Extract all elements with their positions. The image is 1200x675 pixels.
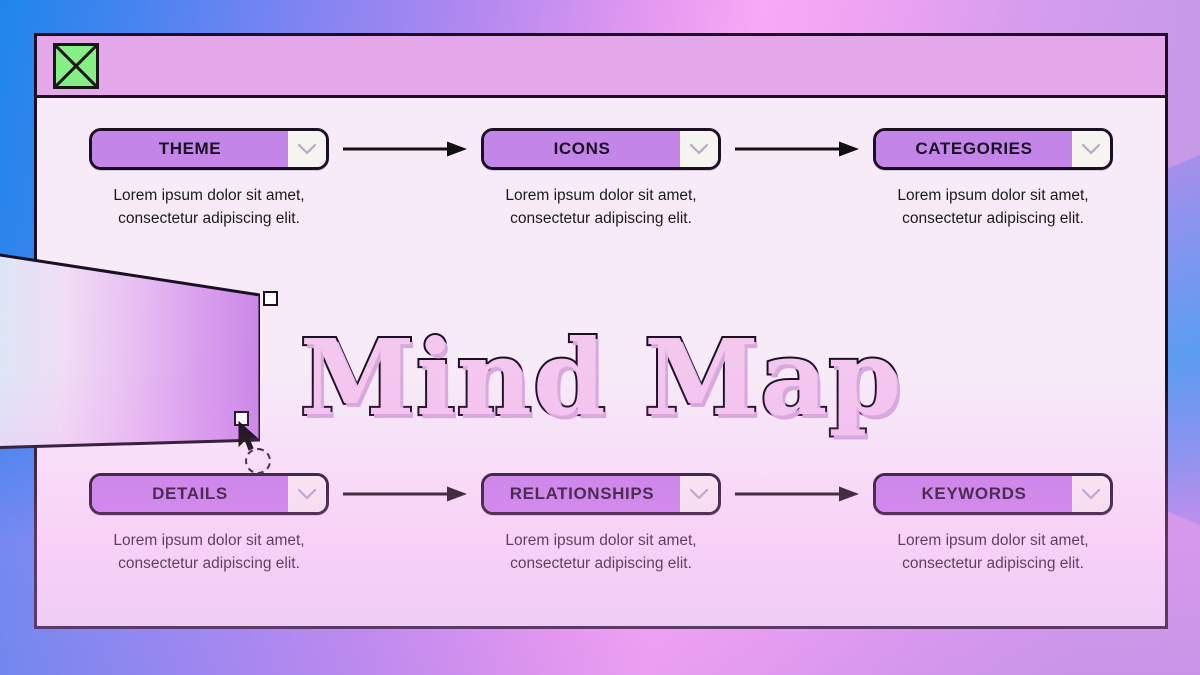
chevron-down-icon[interactable] xyxy=(288,131,326,167)
slide-canvas: THEME Lorem ipsum dolor sit amet, consec… xyxy=(0,0,1200,675)
node-relationships-description: Lorem ipsum dolor sit amet, consectetur … xyxy=(481,529,721,576)
node-keywords-label: KEYWORDS xyxy=(921,484,1027,503)
node-keywords[interactable]: KEYWORDS Lorem ipsum dolor sit amet, con… xyxy=(873,473,1113,576)
node-categories-fill: CATEGORIES xyxy=(876,131,1072,167)
node-icons-button[interactable]: ICONS xyxy=(481,128,721,170)
node-relationships-label: RELATIONSHIPS xyxy=(509,484,655,503)
arrow-right-icon xyxy=(721,128,873,170)
node-keywords-description-line2: consectetur adipiscing elit. xyxy=(902,555,1084,573)
node-icons-description-line1: Lorem ipsum dolor sit amet, xyxy=(505,187,697,204)
node-details-fill: DETAILS xyxy=(92,476,288,512)
node-theme-button[interactable]: THEME xyxy=(89,128,329,170)
node-details-description-line2: consectetur adipiscing elit. xyxy=(118,555,300,573)
node-details-description: Lorem ipsum dolor sit amet, consectetur … xyxy=(89,529,329,576)
chevron-down-icon[interactable] xyxy=(288,476,326,512)
dashed-circle-icon xyxy=(245,448,271,474)
node-icons-description: Lorem ipsum dolor sit amet, consectetur … xyxy=(481,184,721,231)
node-icons[interactable]: ICONS Lorem ipsum dolor sit amet, consec… xyxy=(481,128,721,231)
node-theme-label: THEME xyxy=(158,139,222,158)
node-relationships-description-line1: Lorem ipsum dolor sit amet, xyxy=(505,532,697,549)
decoration-left-shape-outline xyxy=(0,205,260,455)
node-relationships-fill: RELATIONSHIPS xyxy=(484,476,680,512)
node-relationships-description-line2: consectetur adipiscing elit. xyxy=(510,555,692,573)
node-details-button[interactable]: DETAILS xyxy=(89,473,329,515)
node-categories-description-line1: Lorem ipsum dolor sit amet, xyxy=(897,187,1089,204)
chevron-down-icon[interactable] xyxy=(680,476,718,512)
node-keywords-fill: KEYWORDS xyxy=(876,476,1072,512)
node-icons-label: ICONS xyxy=(553,139,611,158)
node-icons-fill: ICONS xyxy=(484,131,680,167)
node-theme-fill: THEME xyxy=(92,131,288,167)
arrow-right-icon xyxy=(329,473,481,515)
panel-header xyxy=(37,36,1165,98)
node-categories-label: CATEGORIES xyxy=(915,139,1033,158)
node-details[interactable]: DETAILS Lorem ipsum dolor sit amet, cons… xyxy=(89,473,329,576)
arrow-right-icon xyxy=(721,473,873,515)
node-categories-button[interactable]: CATEGORIES xyxy=(873,128,1113,170)
node-row-bottom: DETAILS Lorem ipsum dolor sit amet, cons… xyxy=(37,473,1165,576)
chevron-down-icon[interactable] xyxy=(1072,131,1110,167)
arrow-right-icon xyxy=(329,128,481,170)
node-categories[interactable]: CATEGORIES Lorem ipsum dolor sit amet, c… xyxy=(873,128,1113,231)
node-details-label: DETAILS xyxy=(152,484,228,503)
chevron-down-icon[interactable] xyxy=(1072,476,1110,512)
node-keywords-description: Lorem ipsum dolor sit amet, consectetur … xyxy=(873,529,1113,576)
node-keywords-button[interactable]: KEYWORDS xyxy=(873,473,1113,515)
image-placeholder-icon[interactable] xyxy=(53,42,99,89)
node-keywords-description-line1: Lorem ipsum dolor sit amet, xyxy=(897,532,1089,549)
node-theme-description-line1: Lorem ipsum dolor sit amet, xyxy=(113,187,305,204)
node-categories-description-line2: consectetur adipiscing elit. xyxy=(902,210,1084,228)
node-details-description-line1: Lorem ipsum dolor sit amet, xyxy=(113,532,305,549)
node-relationships-button[interactable]: RELATIONSHIPS xyxy=(481,473,721,515)
chevron-down-icon[interactable] xyxy=(680,131,718,167)
node-categories-description: Lorem ipsum dolor sit amet, consectetur … xyxy=(873,184,1113,231)
node-icons-description-line2: consectetur adipiscing elit. xyxy=(510,210,692,228)
selection-handle-top[interactable] xyxy=(263,291,278,306)
node-relationships[interactable]: RELATIONSHIPS Lorem ipsum dolor sit amet… xyxy=(481,473,721,576)
